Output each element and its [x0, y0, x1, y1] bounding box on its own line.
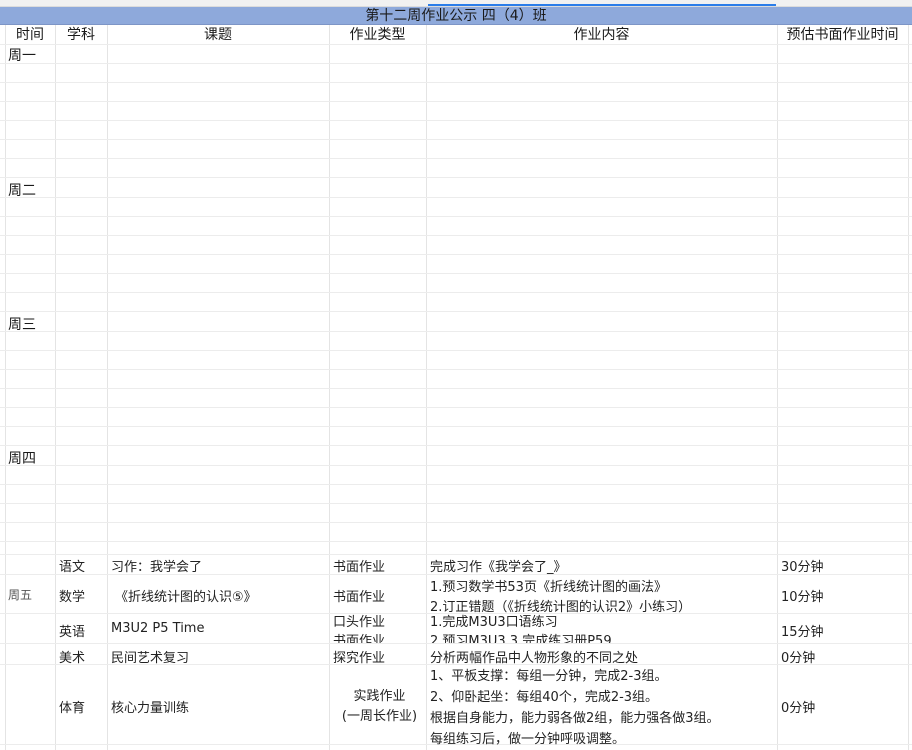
- fri-row5-content[interactable]: 1、平板支撑：每组一分钟，完成2-3组。 2、仰卧起坐：每组40个，完成2-3组…: [430, 666, 720, 750]
- fri-row3-subject[interactable]: 英语: [59, 621, 85, 640]
- fri-row4-topic[interactable]: 民间艺术复习: [111, 647, 189, 666]
- fri-row3-duration[interactable]: 15分钟: [781, 621, 824, 640]
- fri-row5-topic[interactable]: 核心力量训练: [111, 697, 189, 716]
- fri-row1-content[interactable]: 完成习作《我学会了_》: [430, 556, 567, 575]
- fri-row5-type-line1: 实践作业: [353, 689, 406, 704]
- sheet-title-row[interactable]: 第十二周作业公示 四（4）班: [0, 7, 912, 25]
- fri-row1-subject[interactable]: 语文: [59, 556, 85, 575]
- selection-indicator: [428, 4, 776, 6]
- fri-row2-content-line1[interactable]: 1.预习数学书53页《折线统计图的画法》: [430, 576, 667, 595]
- fri-row5-content-line2: 2、仰卧起坐：每组40个，完成2-3组。: [430, 690, 659, 705]
- fri-row2-duration[interactable]: 10分钟: [781, 586, 824, 605]
- day-friday[interactable]: 周五: [8, 586, 32, 603]
- sheet-title: 第十二周作业公示 四（4）班: [365, 8, 547, 24]
- fri-row3-type[interactable]: 口头作业 书面作业: [333, 613, 426, 643]
- fri-row5-duration[interactable]: 0分钟: [781, 697, 815, 716]
- header-type[interactable]: 作业类型: [329, 25, 426, 45]
- fri-row3-topic[interactable]: M3U2 P5 Time: [111, 621, 204, 636]
- fri-row4-subject[interactable]: 美术: [59, 647, 85, 666]
- day-tuesday[interactable]: 周二: [8, 180, 36, 200]
- fri-row3-content-line2: 2.预习M3U3 3.完成练习册P59: [430, 634, 612, 643]
- fri-row5-type-line2: (一周长作业): [341, 709, 418, 724]
- fri-row5-content-line1: 1、平板支撑：每组一分钟，完成2-3组。: [430, 669, 668, 684]
- header-time[interactable]: 时间: [5, 25, 55, 45]
- fri-row1-topic[interactable]: 习作：我学会了: [111, 556, 202, 575]
- header-topic[interactable]: 课题: [107, 25, 329, 45]
- fri-row5-content-line3: 根据自身能力，能力弱各做2组，能力强各做3组。: [430, 711, 720, 726]
- fri-row3-content-line1: 1.完成M3U3口语练习: [430, 615, 558, 630]
- fri-row3-type-line1: 口头作业: [333, 615, 386, 630]
- day-thursday[interactable]: 周四: [8, 448, 36, 468]
- fri-row4-content[interactable]: 分析两幅作品中人物形象的不同之处: [430, 647, 638, 666]
- fri-row4-type[interactable]: 探究作业: [333, 647, 385, 666]
- fri-row1-duration[interactable]: 30分钟: [781, 556, 824, 575]
- fri-row2-type[interactable]: 书面作业: [333, 586, 385, 605]
- day-wednesday[interactable]: 周三: [8, 314, 36, 334]
- fri-row5-content-line4: 每组练习后，做一分钟呼吸调整。: [430, 732, 626, 747]
- fri-row5-type[interactable]: 实践作业 (一周长作业): [333, 687, 426, 727]
- fri-row2-subject[interactable]: 数学: [59, 586, 85, 605]
- header-duration[interactable]: 预估书面作业时间: [777, 25, 908, 45]
- fri-row3-content[interactable]: 1.完成M3U3口语练习 2.预习M3U3 3.完成练习册P59: [430, 613, 775, 643]
- fri-row4-duration[interactable]: 0分钟: [781, 647, 815, 666]
- fri-row1-type[interactable]: 书面作业: [333, 556, 385, 575]
- spreadsheet-top-strip: [0, 0, 912, 7]
- fri-row3-type-line2: 书面作业: [333, 634, 386, 643]
- fri-row5-subject[interactable]: 体育: [59, 697, 85, 716]
- fri-row2-topic[interactable]: 《折线统计图的认识⑤》: [115, 586, 257, 605]
- header-content[interactable]: 作业内容: [426, 25, 777, 45]
- header-subject[interactable]: 学科: [55, 25, 107, 45]
- day-monday[interactable]: 周一: [8, 45, 36, 65]
